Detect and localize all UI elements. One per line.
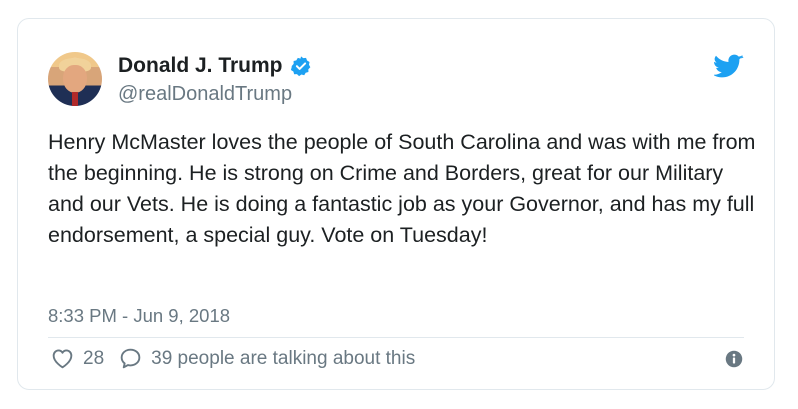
tweet-card[interactable]: Donald J. Trump @realDonaldTrump Henry M… <box>17 18 775 390</box>
info-icon[interactable] <box>725 350 743 368</box>
talking-count-text: 39 people are talking about this <box>151 347 416 369</box>
avatar[interactable] <box>48 52 102 106</box>
tweet-text: Henry McMaster loves the people of South… <box>48 130 756 247</box>
avatar-tie <box>72 92 78 106</box>
like-button[interactable]: 28 <box>50 346 118 371</box>
author-name-row[interactable]: Donald J. Trump <box>118 54 312 78</box>
verified-badge-icon <box>290 56 310 77</box>
tweet-timestamp[interactable]: 8:33 PM - Jun 9, 2018 <box>48 305 230 327</box>
author-handle[interactable]: @realDonaldTrump <box>118 83 292 106</box>
like-count: 28 <box>83 347 105 369</box>
author-name[interactable]: Donald J. Trump <box>118 54 283 78</box>
speech-bubble-icon <box>120 348 141 369</box>
reply-conversation-link[interactable]: 39 people are talking about this <box>118 346 415 371</box>
avatar-face <box>63 65 87 93</box>
tweet-actions: 28 39 people are talking about this <box>50 346 415 371</box>
heart-icon <box>52 349 73 369</box>
twitter-bird-icon[interactable] <box>714 54 744 80</box>
divider <box>48 337 744 338</box>
